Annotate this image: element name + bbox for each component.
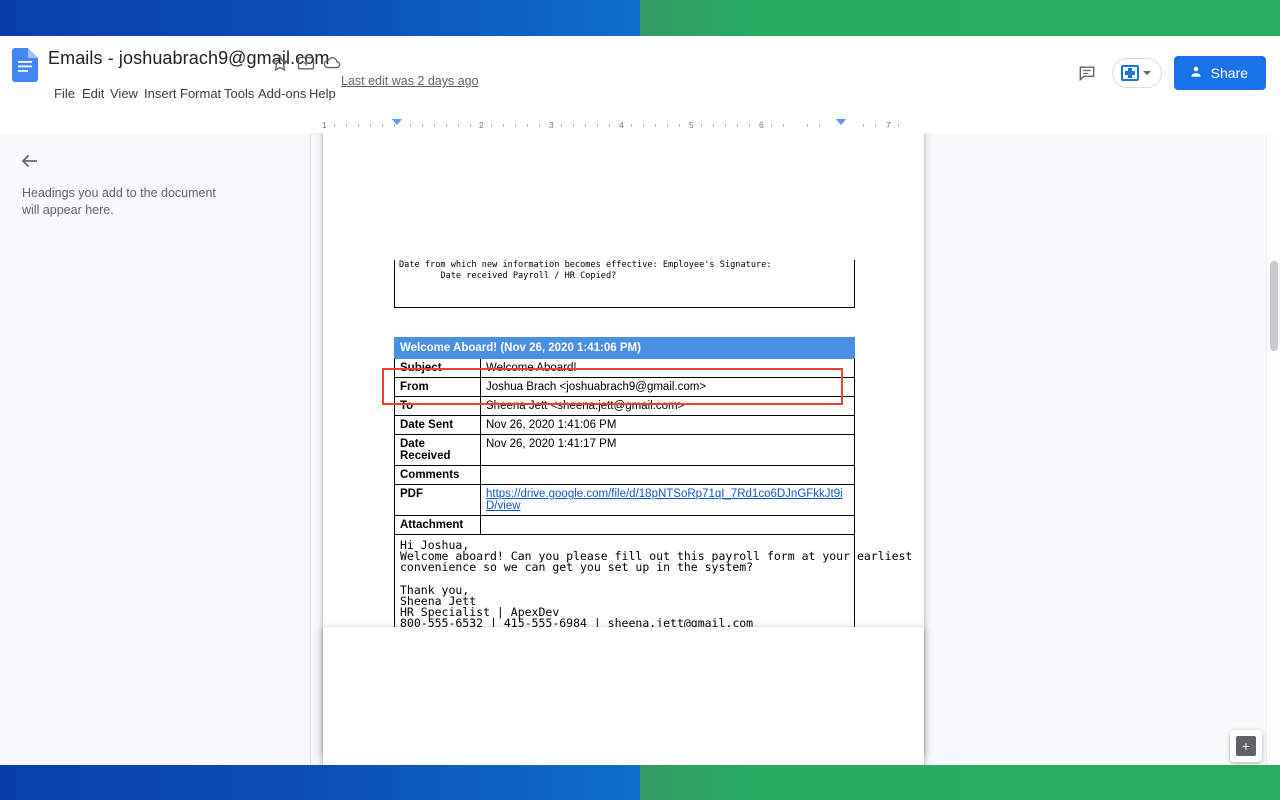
previous-form-table: Date from which new information becomes … [394,260,855,308]
present-icon [1120,65,1139,81]
form-line-2: Date received Payroll / HR Copied? [399,271,617,281]
row-value-from: Joshua Brach <joshuabrach9@gmail.com> [480,377,855,397]
banner-green-segment [640,765,1280,800]
close-outline-icon[interactable] [18,149,42,173]
first-line-indent-marker[interactable] [391,119,403,125]
row-label-pdf: PDF [394,484,481,516]
vertical-scrollbar[interactable] [1266,133,1280,765]
scrollbar-thumb[interactable] [1270,261,1278,351]
ruler-number: 4 [619,120,624,130]
ruler-number: 2 [479,120,484,130]
row-value-comments [480,465,855,485]
right-indent-marker[interactable] [835,119,847,125]
screen: Emails - joshuabrach9@gmail.com File Edi… [0,0,1280,800]
present-button[interactable] [1111,58,1162,88]
ruler-number: 1 [322,120,327,130]
add-icon: + [1236,736,1256,756]
ruler-number: 7 [886,120,891,130]
ruler-number: 5 [689,120,694,130]
row-label-to: To [394,396,481,416]
google-docs-logo-icon [12,48,38,82]
star-icon[interactable] [270,53,290,73]
docs-app-chrome: Emails - joshuabrach9@gmail.com File Edi… [0,36,1280,156]
ruler-number: 6 [759,120,764,130]
banner-blue-segment [0,0,640,36]
editor-body: Headings you add to the document will ap… [0,133,1280,765]
ruler-number: 3 [549,120,554,130]
email-table-header-row: Welcome Aboard! (Nov 26, 2020 1:41:06 PM… [394,337,855,359]
row-label-from: From [394,377,481,397]
banner-green-segment [640,0,1280,36]
last-edit-link[interactable]: Last edit was 2 days ago [341,74,479,88]
header-actions: Share [1074,56,1266,90]
lock-person-icon [1188,64,1204,83]
row-value-pdf: https://drive.google.com/file/d/18pNTSoR… [480,484,855,516]
table-row: Attachment [394,515,855,535]
ruler-track: 1 2 3 4 5 6 7 [322,119,903,133]
screenshare-banner-bottom [0,765,1280,800]
table-row: To Sheena Jett <sheena.jett@gmail.com> [394,396,855,416]
document-ruler[interactable]: 1 2 3 4 5 6 7 [0,119,1280,133]
email-subject-header: Welcome Aboard! (Nov 26, 2020 1:41:06 PM… [394,337,855,359]
table-row: Subject Welcome Aboard! [394,358,855,378]
document-canvas[interactable]: Date from which new information becomes … [311,133,1268,765]
table-row: From Joshua Brach <joshuabrach9@gmail.co… [394,377,855,397]
share-button[interactable]: Share [1173,56,1266,90]
row-label-attachment: Attachment [394,515,481,535]
cloud-saved-icon[interactable] [322,53,342,73]
document-outline-pane: Headings you add to the document will ap… [0,133,310,765]
row-label-date-sent: Date Sent [394,415,481,435]
banner-blue-segment [0,765,640,800]
row-value-date-sent: Nov 26, 2020 1:41:06 PM [480,415,855,435]
row-value-subject: Welcome Aboard! [480,358,855,378]
row-label-subject: Subject [394,358,481,378]
row-value-date-received: Nov 26, 2020 1:41:17 PM [480,434,855,466]
row-value-to: Sheena Jett <sheena.jett@gmail.com> [480,396,855,416]
document-page-2[interactable]: ------ Attachment Payroll Form.pdf -----… [323,627,924,765]
table-row: Comments [394,465,855,485]
menu-help[interactable]: Help [303,84,342,103]
share-button-label: Share [1210,65,1248,81]
pdf-drive-link[interactable]: https://drive.google.com/file/d/18pNTSoR… [486,488,843,512]
row-value-attachment [480,515,855,535]
table-row: Date Sent Nov 26, 2020 1:41:06 PM [394,415,855,435]
screenshare-banner-top [0,0,1280,36]
email-record-table: Welcome Aboard! (Nov 26, 2020 1:41:06 PM… [394,337,912,660]
chevron-down-icon [1142,71,1151,75]
row-label-date-received: Date Received [394,434,481,466]
table-row-pdf: PDF https://drive.google.com/file/d/18pN… [394,484,855,516]
explore-button[interactable]: + [1230,730,1262,762]
title-row: Emails - joshuabrach9@gmail.com File Edi… [0,44,1280,101]
table-row: Date Received Nov 26, 2020 1:41:17 PM [394,434,855,466]
outline-placeholder: Headings you add to the document will ap… [22,186,216,217]
move-to-folder-icon[interactable] [296,53,316,73]
form-line-1: Date from which new information becomes … [399,260,772,270]
row-label-comments: Comments [394,465,481,485]
comment-history-icon[interactable] [1074,60,1100,86]
